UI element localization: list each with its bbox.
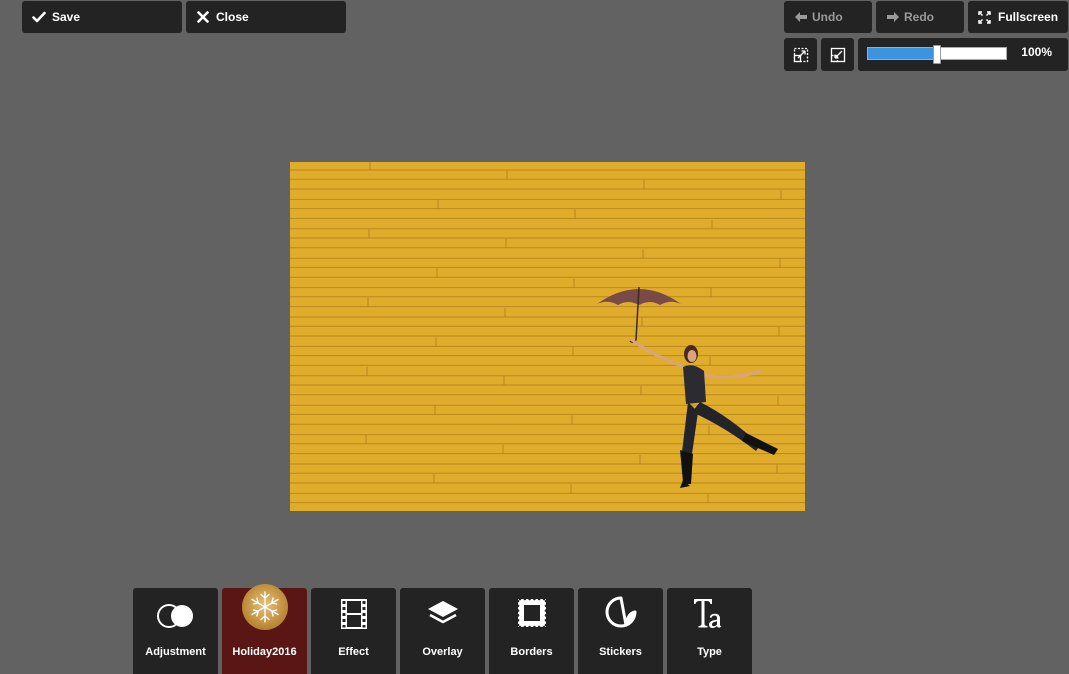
close-label: Close <box>216 10 249 24</box>
tool-overlay[interactable]: Overlay <box>400 588 485 674</box>
woman-with-umbrella-photo <box>290 161 805 511</box>
tool-effect[interactable]: Effect <box>311 588 396 674</box>
expand-icon <box>830 47 846 63</box>
zoom-out-button[interactable] <box>784 38 817 71</box>
tool-label: Adjustment <box>145 646 206 658</box>
photo-canvas[interactable] <box>290 161 805 511</box>
film-strip-icon <box>340 599 367 634</box>
tool-label: Overlay <box>422 646 463 658</box>
tool-type[interactable]: Type <box>667 588 752 674</box>
stamp-border-icon <box>516 597 548 634</box>
tool-stickers[interactable]: Stickers <box>578 588 663 674</box>
layers-icon <box>426 599 460 634</box>
arrow-left-icon <box>794 12 807 22</box>
save-button[interactable]: Save <box>22 1 182 33</box>
tool-label: Effect <box>338 646 369 658</box>
close-icon <box>196 11 210 23</box>
zoom-in-button[interactable] <box>821 38 854 71</box>
zoom-panel: 100% <box>858 38 1068 71</box>
tool-holiday2016[interactable]: Holiday2016 <box>222 584 307 674</box>
snowflake-ornament-icon <box>241 583 289 636</box>
fullscreen-button[interactable]: Fullscreen <box>968 1 1068 33</box>
tool-adjustment[interactable]: Adjustment <box>133 588 218 674</box>
redo-label: Redo <box>904 10 934 24</box>
tool-borders[interactable]: Borders <box>489 588 574 674</box>
redo-button[interactable]: Redo <box>876 1 964 33</box>
undo-button[interactable]: Undo <box>784 1 872 33</box>
zoom-slider[interactable] <box>867 45 1007 64</box>
arrow-right-icon <box>886 12 899 22</box>
zoom-value: 100% <box>1021 45 1052 59</box>
tool-label: Stickers <box>599 646 642 658</box>
zoom-slider-thumb[interactable] <box>933 45 941 64</box>
tool-label: Borders <box>510 646 553 658</box>
adjustment-circles-icon <box>156 603 196 634</box>
undo-label: Undo <box>812 10 843 24</box>
checkmark-icon <box>32 11 46 23</box>
fullscreen-icon <box>977 10 991 24</box>
zoom-slider-fill <box>868 48 937 59</box>
tool-label: Holiday2016 <box>232 646 297 658</box>
save-label: Save <box>52 10 81 24</box>
shrink-icon <box>793 47 809 63</box>
fullscreen-label: Fullscreen <box>998 10 1059 24</box>
sticker-icon <box>604 595 638 634</box>
close-button[interactable]: Close <box>186 1 346 33</box>
type-icon <box>692 597 728 634</box>
tool-label: Type <box>697 646 722 658</box>
